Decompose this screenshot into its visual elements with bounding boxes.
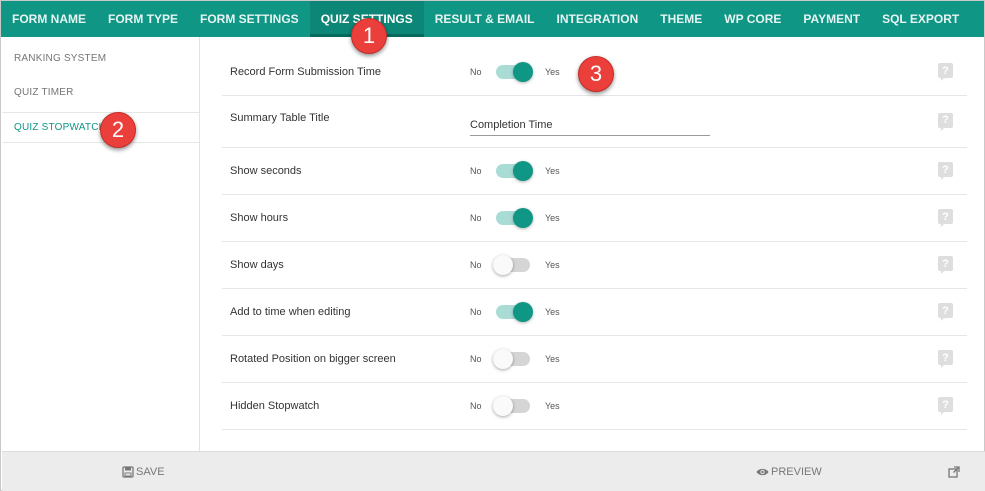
help-icon[interactable]: ? xyxy=(938,303,953,321)
toggle-no-label: No xyxy=(470,307,482,317)
preview-button[interactable]: PREVIEW xyxy=(756,452,822,491)
toggle-no-label: No xyxy=(470,166,482,176)
toggle-group: No Yes xyxy=(470,289,560,335)
help-icon[interactable]: ? xyxy=(938,112,953,131)
eye-icon xyxy=(756,468,769,476)
show-seconds-toggle[interactable] xyxy=(496,161,533,181)
sidebar-item-quiz-timer[interactable]: QUIZ TIMER xyxy=(2,75,199,109)
setting-label: Record Form Submission Time xyxy=(230,66,381,78)
toggle-yes-label: Yes xyxy=(545,67,560,77)
save-label: SAVE xyxy=(136,466,165,478)
setting-label: Show hours xyxy=(230,212,289,224)
setting-label: Show seconds xyxy=(230,165,302,177)
toggle-group: No Yes xyxy=(470,195,560,241)
settings-sidebar: RANKING SYSTEM QUIZ TIMER QUIZ STOPWATCH xyxy=(2,37,200,451)
toggle-no-label: No xyxy=(470,213,482,223)
setting-row-add-time-editing: Add to time when editing No Yes ? xyxy=(222,289,967,336)
setting-row-summary-table-title: Summary Table Title ? xyxy=(222,96,967,148)
setting-label: Summary Table Title xyxy=(230,112,330,124)
tab-result-email[interactable]: RESULT & EMAIL xyxy=(424,1,546,37)
tab-sql-export[interactable]: SQL EXPORT xyxy=(871,1,970,37)
record-submission-time-toggle[interactable] xyxy=(496,62,533,82)
toggle-yes-label: Yes xyxy=(545,354,560,364)
annotation-badge-2: 2 xyxy=(100,112,136,148)
setting-row-show-hours: Show hours No Yes ? xyxy=(222,195,967,242)
footer-bar: SAVE PREVIEW xyxy=(2,451,985,491)
toggle-group: No Yes xyxy=(470,383,560,429)
toggle-yes-label: Yes xyxy=(545,213,560,223)
help-icon[interactable]: ? xyxy=(938,350,953,368)
help-icon[interactable]: ? xyxy=(938,209,953,227)
hidden-stopwatch-toggle[interactable] xyxy=(493,396,530,416)
help-icon[interactable]: ? xyxy=(938,256,953,274)
toggle-yes-label: Yes xyxy=(545,166,560,176)
setting-label: Hidden Stopwatch xyxy=(230,400,320,412)
summary-table-title-input[interactable] xyxy=(470,114,710,136)
preview-label: PREVIEW xyxy=(771,466,822,478)
add-time-editing-toggle[interactable] xyxy=(496,302,533,322)
toggle-group: No Yes xyxy=(470,49,560,95)
top-tab-bar: FORM NAME FORM TYPE FORM SETTINGS QUIZ S… xyxy=(1,1,984,37)
setting-label: Add to time when editing xyxy=(230,306,351,318)
open-external-button[interactable] xyxy=(948,452,962,491)
tab-wp-core[interactable]: WP CORE xyxy=(713,1,792,37)
show-hours-toggle[interactable] xyxy=(496,208,533,228)
setting-row-show-seconds: Show seconds No Yes ? xyxy=(222,148,967,195)
annotation-badge-1: 1 xyxy=(351,18,387,54)
toggle-yes-label: Yes xyxy=(545,307,560,317)
form-builder-window: FORM NAME FORM TYPE FORM SETTINGS QUIZ S… xyxy=(0,0,985,491)
setting-row-rotated-position: Rotated Position on bigger screen No Yes… xyxy=(222,336,967,383)
toggle-no-label: No xyxy=(470,67,482,77)
stopwatch-settings-panel: Record Form Submission Time No Yes ? Sum… xyxy=(222,49,967,430)
help-icon[interactable]: ? xyxy=(938,63,953,81)
sidebar-item-ranking-system[interactable]: RANKING SYSTEM xyxy=(2,41,199,75)
external-link-icon xyxy=(948,466,960,478)
tab-theme[interactable]: THEME xyxy=(649,1,713,37)
tab-form-settings[interactable]: FORM SETTINGS xyxy=(189,1,310,37)
save-icon xyxy=(122,466,134,478)
toggle-group: No Yes xyxy=(470,336,560,382)
toggle-yes-label: Yes xyxy=(545,401,560,411)
tab-form-type[interactable]: FORM TYPE xyxy=(97,1,189,37)
setting-label: Rotated Position on bigger screen xyxy=(230,353,396,365)
setting-row-show-days: Show days No Yes ? xyxy=(222,242,967,289)
tab-form-name[interactable]: FORM NAME xyxy=(1,1,97,37)
setting-label: Show days xyxy=(230,259,284,271)
toggle-yes-label: Yes xyxy=(545,260,560,270)
setting-row-hidden-stopwatch: Hidden Stopwatch No Yes ? xyxy=(222,383,967,430)
rotated-position-toggle[interactable] xyxy=(493,349,530,369)
help-icon[interactable]: ? xyxy=(938,162,953,180)
help-icon[interactable]: ? xyxy=(938,397,953,415)
annotation-badge-3: 3 xyxy=(578,56,614,92)
show-days-toggle[interactable] xyxy=(493,255,530,275)
tab-payment[interactable]: PAYMENT xyxy=(792,1,871,37)
tab-integration[interactable]: INTEGRATION xyxy=(545,1,649,37)
save-button[interactable]: SAVE xyxy=(122,452,165,491)
toggle-group: No Yes xyxy=(470,242,560,288)
toggle-group: No Yes xyxy=(470,148,560,194)
